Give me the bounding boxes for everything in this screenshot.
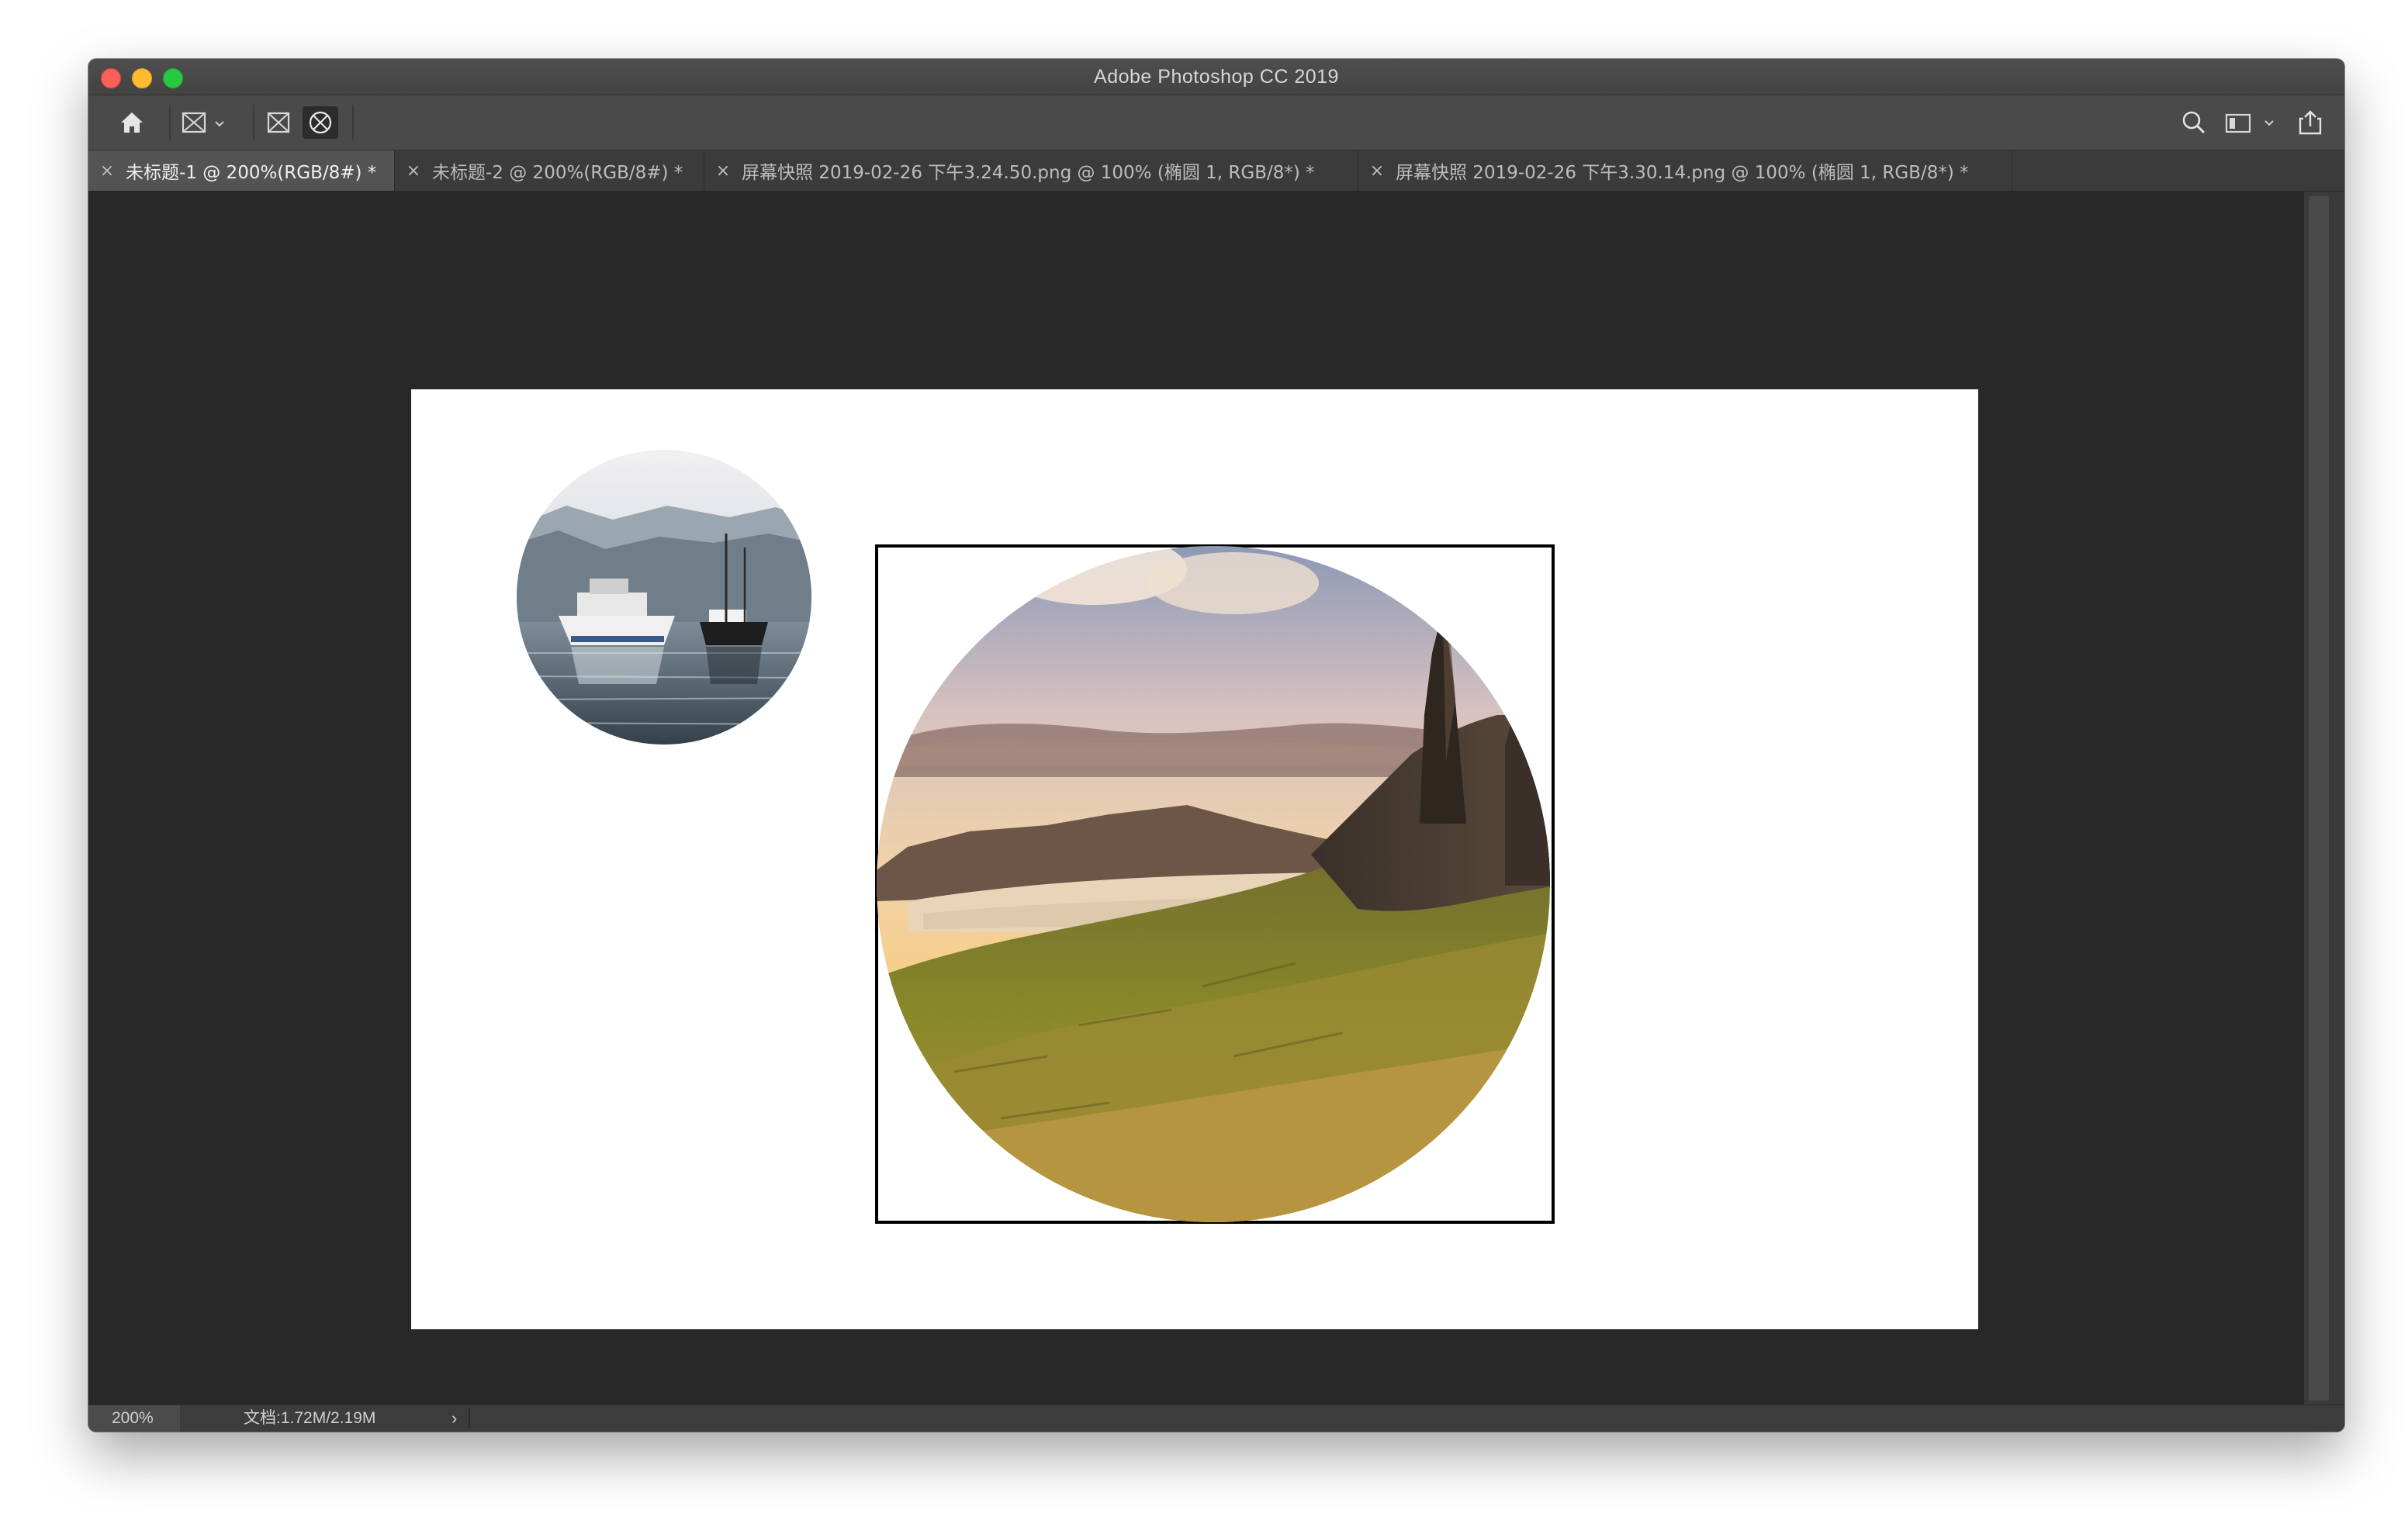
share-icon [2299,110,2322,135]
chevron-down-icon [2264,120,2274,126]
tab-label: 屏幕快照 2019-02-26 下午3.30.14.png @ 100% (椭圆… [1396,163,1969,183]
status-menu-arrow-icon[interactable]: › [452,1405,457,1432]
rectangular-frame-button[interactable] [261,106,296,139]
share-button[interactable] [2293,106,2327,139]
elliptical-frame-button[interactable] [303,106,338,139]
frame-tool-preset-button[interactable] [180,106,234,139]
search-icon [2182,111,2206,134]
document-canvas[interactable] [411,389,1978,1329]
tab-label: 未标题-1 @ 200%(RGB/8#) * [126,163,377,183]
elliptical-frame-icon [309,111,332,134]
close-icon[interactable]: × [1369,161,1385,181]
tab-label: 屏幕快照 2019-02-26 下午3.24.50.png @ 100% (椭圆… [742,163,1315,183]
close-icon[interactable]: × [715,161,731,181]
home-button[interactable] [115,106,149,139]
tab-untitled-2[interactable]: × 未标题-2 @ 200%(RGB/8#) * [395,150,704,191]
chevron-down-icon [215,121,224,127]
scrollbar-thumb[interactable] [2309,196,2329,1401]
options-bar [88,95,2344,150]
document-workspace[interactable] [88,192,2304,1405]
document-tabs: × 未标题-1 @ 200%(RGB/8#) * × 未标题-2 @ 200%(… [88,150,2344,192]
tab-label: 未标题-2 @ 200%(RGB/8#) * [432,163,683,183]
workspace-switcher-button[interactable] [2223,106,2282,139]
toolbar-separator [253,105,254,140]
close-icon[interactable]: × [99,161,115,181]
vertical-scrollbar[interactable] [2304,192,2344,1405]
home-icon [121,112,143,133]
workspace-switcher-icon [2225,113,2274,133]
zoom-level-field[interactable]: 200% [88,1405,180,1432]
status-divider [469,1408,470,1429]
mountain-photo[interactable] [874,534,1556,1225]
tab-untitled-1[interactable]: × 未标题-1 @ 200%(RGB/8#) * [88,150,395,191]
search-button[interactable] [2177,106,2211,139]
frame-tool-icon [182,112,224,133]
toolbar-separator [352,105,354,140]
toolbar-separator [169,105,171,140]
document-size-info: 文档:1.72M/2.19M [244,1409,376,1427]
rectangular-frame-icon [267,112,290,133]
status-bar: 200% 文档:1.72M/2.19M › [88,1404,2344,1432]
window-title: Adobe Photoshop CC 2019 [1094,66,1339,88]
close-icon[interactable]: × [406,161,421,181]
tab-screenshot-1[interactable]: × 屏幕快照 2019-02-26 下午3.24.50.png @ 100% (… [704,150,1358,191]
tab-screenshot-2[interactable]: × 屏幕快照 2019-02-26 下午3.30.14.png @ 100% (… [1358,150,2012,191]
boats-photo[interactable] [512,444,822,754]
photoshop-window: Adobe Photoshop CC 2019 × 未标题-1 @ 200%(R… [88,59,2344,1432]
title-bar[interactable]: Adobe Photoshop CC 2019 [88,59,2344,95]
